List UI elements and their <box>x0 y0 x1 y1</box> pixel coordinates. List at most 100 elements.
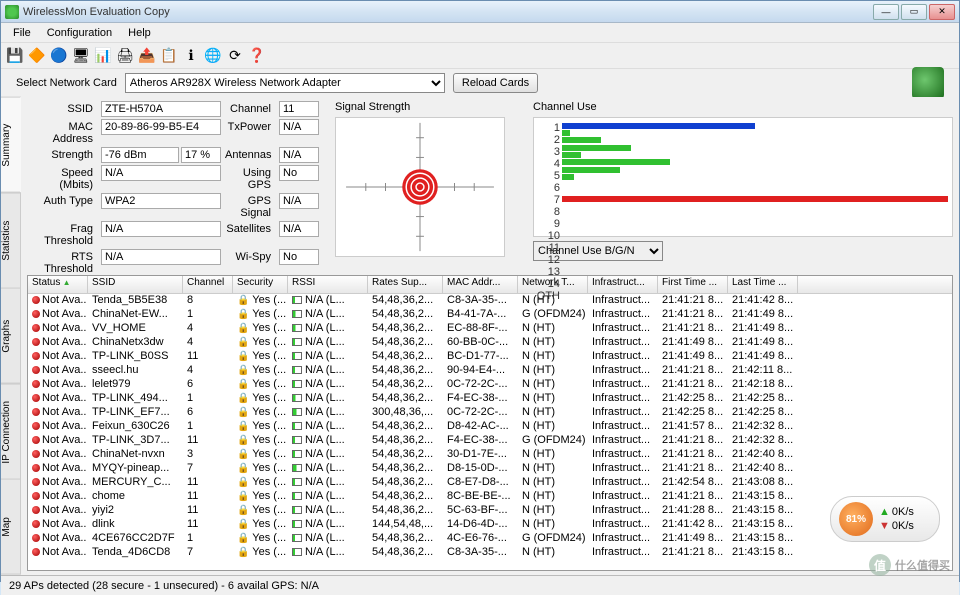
mode1-icon[interactable]: 🔶 <box>27 46 47 66</box>
gps-label: Using GPS <box>225 165 275 191</box>
gauge-down: 0K/s <box>892 520 914 532</box>
table-row[interactable]: Not Ava...MERCURY_C...11🔒 Yes (...N/A (L… <box>28 476 952 490</box>
column-header[interactable]: Rates Sup... <box>368 276 443 293</box>
wispy-value: No <box>279 249 319 265</box>
watermark: 值 什么值得买 <box>869 554 950 576</box>
grid-body[interactable]: Not Ava...Tenda_5B5E388🔒 Yes (...N/A (L.… <box>28 294 952 570</box>
refresh-icon[interactable]: ⟳ <box>225 46 245 66</box>
antennas-value: N/A <box>279 147 319 163</box>
column-header[interactable]: Security <box>233 276 288 293</box>
close-button[interactable]: ✕ <box>929 4 955 20</box>
ssid-value: ZTE-H570A <box>101 101 221 117</box>
ap-grid: Status ▲SSIDChannelSecurityRSSIRates Sup… <box>27 275 953 571</box>
table-row[interactable]: Not Ava...VV_HOME4🔒 Yes (...N/A (L...54,… <box>28 322 952 336</box>
tab-graphs[interactable]: Graphs <box>1 288 21 384</box>
strength-dbm: -76 dBm <box>101 147 179 163</box>
column-header[interactable]: Infrastruct... <box>588 276 658 293</box>
table-row[interactable]: Not Ava...Tenda_4D6CD87🔒 Yes (...N/A (L.… <box>28 546 952 560</box>
window-title: WirelessMon Evaluation Copy <box>23 6 873 18</box>
rts-value: N/A <box>101 249 221 265</box>
card-selector-row: Select Network Card Atheros AR928X Wirel… <box>1 69 959 97</box>
menu-help[interactable]: Help <box>120 25 159 41</box>
table-row[interactable]: Not Ava...MYQY-pineap...7🔒 Yes (...N/A (… <box>28 462 952 476</box>
table-row[interactable]: Not Ava...ChinaNetx3dw4🔒 Yes (...N/A (L.… <box>28 336 952 350</box>
chart-icon[interactable]: 📊 <box>93 46 113 66</box>
strength-pct: 17 % <box>181 147 221 163</box>
menu-file[interactable]: File <box>5 25 39 41</box>
tab-statistics[interactable]: Statistics <box>1 193 21 289</box>
channel-label: Channel <box>225 101 275 117</box>
txpower-label: TxPower <box>225 119 275 145</box>
mac-value: 20-89-86-99-B5-E4 <box>101 119 221 135</box>
watermark-icon: 值 <box>869 554 891 576</box>
table-row[interactable]: Not Ava...sseecl.hu4🔒 Yes (...N/A (L...5… <box>28 364 952 378</box>
antennas-label: Antennas <box>225 147 275 163</box>
gauge-up: 0K/s <box>892 506 914 518</box>
export-icon[interactable]: 📤 <box>137 46 157 66</box>
table-row[interactable]: Not Ava...chome11🔒 Yes (...N/A (L...54,4… <box>28 490 952 504</box>
status-text: 29 APs detected (28 secure - 1 unsecured… <box>9 580 319 592</box>
statusbar: 29 APs detected (28 secure - 1 unsecured… <box>1 575 959 595</box>
minimize-button[interactable]: — <box>873 4 899 20</box>
help-icon[interactable]: ❓ <box>247 46 267 66</box>
app-icon <box>5 5 19 19</box>
table-row[interactable]: Not Ava...TP-LINK_494...1🔒 Yes (...N/A (… <box>28 392 952 406</box>
arrow-up-icon: ▲ <box>879 506 890 518</box>
print-icon[interactable]: 🖨 <box>115 46 135 66</box>
table-row[interactable]: Not Ava...lelet9796🔒 Yes (...N/A (L...54… <box>28 378 952 392</box>
tab-ip-connection[interactable]: IP Connection <box>1 384 21 480</box>
select-card-label: Select Network Card <box>16 77 117 89</box>
table-row[interactable]: Not Ava...dlink11🔒 Yes (...N/A (L...144,… <box>28 518 952 532</box>
side-tabs: Summary Statistics Graphs IP Connection … <box>1 97 21 575</box>
arrow-down-icon: ▼ <box>879 520 890 532</box>
channel-panel: Channel Use 1234567891011121314OTH Chann… <box>533 101 953 271</box>
info-icon[interactable]: ℹ <box>181 46 201 66</box>
table-row[interactable]: Not Ava...Tenda_5B5E388🔒 Yes (...N/A (L.… <box>28 294 952 308</box>
column-header[interactable]: MAC Addr... <box>443 276 518 293</box>
titlebar: WirelessMon Evaluation Copy — ▭ ✕ <box>1 1 959 23</box>
gauge-pct: 81% <box>839 502 873 536</box>
sats-label: Satellites <box>225 221 275 247</box>
tab-map[interactable]: Map <box>1 479 21 575</box>
column-header[interactable]: RSSI <box>288 276 368 293</box>
save-icon[interactable]: 💾 <box>5 46 25 66</box>
speed-value: N/A <box>101 165 221 181</box>
clipboard-icon[interactable]: 📋 <box>159 46 179 66</box>
strength-label: Strength <box>27 147 97 163</box>
table-row[interactable]: Not Ava...yiyi211🔒 Yes (...N/A (L...54,4… <box>28 504 952 518</box>
maximize-button[interactable]: ▭ <box>901 4 927 20</box>
column-header[interactable]: SSID <box>88 276 183 293</box>
mode2-icon[interactable]: 🔵 <box>49 46 69 66</box>
globe-icon[interactable]: 🌐 <box>203 46 223 66</box>
table-row[interactable]: Not Ava...4CE676CC2D7F1🔒 Yes (...N/A (L.… <box>28 532 952 546</box>
app-logo-icon <box>912 67 944 99</box>
gpssig-label: GPS Signal <box>225 193 275 219</box>
rts-label: RTS Threshold <box>27 249 97 275</box>
frag-label: Frag Threshold <box>27 221 97 247</box>
auth-label: Auth Type <box>27 193 97 219</box>
menu-configuration[interactable]: Configuration <box>39 25 120 41</box>
frag-value: N/A <box>101 221 221 237</box>
table-row[interactable]: Not Ava...TP-LINK_EF7...6🔒 Yes (...N/A (… <box>28 406 952 420</box>
channel-chart: 1234567891011121314OTH <box>533 117 953 237</box>
gpssig-value: N/A <box>279 193 319 209</box>
auth-value: WPA2 <box>101 193 221 209</box>
column-header[interactable]: First Time ... <box>658 276 728 293</box>
table-row[interactable]: Not Ava...TP-LINK_3D7...11🔒 Yes (...N/A … <box>28 434 952 448</box>
grid-header: Status ▲SSIDChannelSecurityRSSIRates Sup… <box>28 276 952 294</box>
table-row[interactable]: Not Ava...TP-LINK_B0SS11🔒 Yes (...N/A (L… <box>28 350 952 364</box>
column-header[interactable]: Status ▲ <box>28 276 88 293</box>
mac-label: MAC Address <box>27 119 97 145</box>
monitor-icon[interactable]: 🖥 <box>71 46 91 66</box>
table-row[interactable]: Not Ava...Feixun_630C261🔒 Yes (...N/A (L… <box>28 420 952 434</box>
tab-summary[interactable]: Summary <box>1 97 21 193</box>
column-header[interactable]: Last Time ... <box>728 276 798 293</box>
table-row[interactable]: Not Ava...ChinaNet-nvxn3🔒 Yes (...N/A (L… <box>28 448 952 462</box>
column-header[interactable]: Channel <box>183 276 233 293</box>
table-row[interactable]: Not Ava...ChinaNet-EW...1🔒 Yes (...N/A (… <box>28 308 952 322</box>
network-card-select[interactable]: Atheros AR928X Wireless Network Adapter <box>125 73 445 93</box>
signal-panel: Signal Strength <box>335 101 525 271</box>
menubar: File Configuration Help <box>1 23 959 43</box>
signal-title: Signal Strength <box>335 101 525 113</box>
reload-cards-button[interactable]: Reload Cards <box>453 73 538 93</box>
